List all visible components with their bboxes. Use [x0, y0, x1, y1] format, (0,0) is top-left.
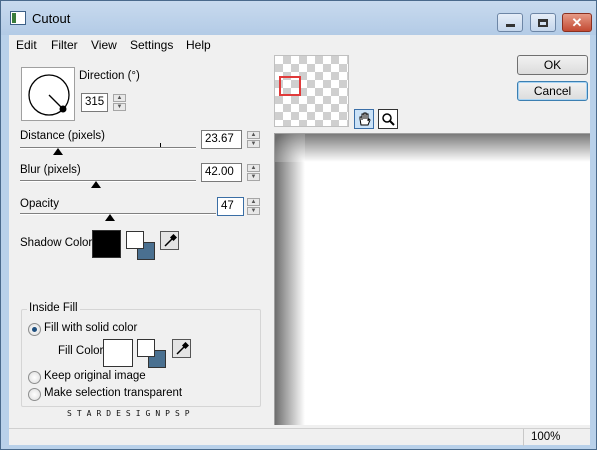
preview-canvas[interactable] [274, 133, 590, 425]
spin-down-icon[interactable]: ▼ [247, 173, 260, 181]
close-icon: ✕ [571, 15, 583, 30]
preview-shadow-top [275, 134, 590, 162]
direction-input[interactable]: 315 [81, 93, 108, 112]
menu-filter[interactable]: Filter [51, 38, 78, 52]
distance-slider-thumb[interactable] [53, 148, 63, 155]
menu-settings[interactable]: Settings [130, 38, 173, 52]
distance-spinner[interactable]: ▲ ▼ [247, 131, 260, 148]
blur-label: Blur (pixels) [20, 164, 81, 176]
settings-panel: Direction (°) 315 ▲ ▼ Distance (pixels) … [9, 57, 271, 427]
opacity-label: Opacity [20, 198, 59, 210]
shadow-color-swatch[interactable] [92, 230, 121, 258]
spin-down-icon[interactable]: ▼ [247, 207, 260, 215]
spin-down-icon[interactable]: ▼ [113, 103, 126, 111]
spin-up-icon[interactable]: ▲ [247, 164, 260, 172]
fill-solid-radio[interactable] [28, 323, 41, 336]
distance-input[interactable]: 23.67 [201, 130, 242, 149]
hand-icon [359, 112, 371, 126]
spin-down-icon[interactable]: ▼ [247, 140, 260, 148]
cancel-button[interactable]: Cancel [517, 81, 588, 101]
preview-shadow-corner [275, 134, 305, 162]
menu-edit[interactable]: Edit [16, 38, 37, 52]
maximize-icon [538, 18, 548, 27]
shadow-color-label: Shadow Color [20, 237, 93, 249]
direction-dial-graphic [28, 74, 70, 116]
shadow-eyedropper-button[interactable] [160, 231, 179, 250]
view-region-marker[interactable] [279, 76, 301, 96]
blur-input[interactable]: 42.00 [201, 163, 242, 182]
zoom-level: 100% [531, 431, 561, 443]
menu-bar: Edit Filter View Settings Help [9, 35, 590, 55]
fill-color-swatch[interactable] [103, 339, 133, 367]
close-button[interactable]: ✕ [562, 13, 592, 32]
fill-solid-label[interactable]: Fill with solid color [44, 322, 137, 334]
keep-original-label[interactable]: Keep original image [44, 370, 146, 382]
blur-spinner[interactable]: ▲ ▼ [247, 164, 260, 181]
spin-up-icon[interactable]: ▲ [247, 131, 260, 139]
zoom-tool-button[interactable] [378, 109, 398, 129]
ok-button[interactable]: OK [517, 55, 588, 75]
dialog-client-area: Edit Filter View Settings Help Direction… [9, 35, 590, 446]
window-title: Cutout [32, 11, 71, 26]
inside-fill-legend: Inside Fill [27, 302, 80, 314]
make-transparent-label[interactable]: Make selection transparent [44, 387, 182, 399]
opacity-input[interactable]: 47 [217, 197, 244, 216]
fill-primary-swatch[interactable] [137, 339, 155, 357]
direction-label: Direction (°) [79, 70, 140, 82]
fill-color-label: Fill Color [58, 345, 104, 357]
status-divider [523, 429, 524, 446]
opacity-slider-thumb[interactable] [105, 214, 115, 221]
distance-slider-tick [160, 143, 161, 147]
maximize-button[interactable] [530, 13, 556, 32]
distance-slider-track[interactable] [20, 147, 196, 149]
pan-tool-button[interactable] [354, 109, 374, 129]
direction-dial[interactable] [21, 67, 75, 121]
minimize-button[interactable] [497, 13, 523, 32]
menu-help[interactable]: Help [186, 38, 211, 52]
eyedropper-icon [175, 341, 189, 355]
spin-up-icon[interactable]: ▲ [247, 198, 260, 206]
cutout-dialog-window: Cutout ✕ Edit Filter View Settings Help [0, 0, 597, 450]
title-bar[interactable]: Cutout ✕ [1, 1, 596, 35]
opacity-slider-track[interactable] [20, 213, 216, 215]
menu-view[interactable]: View [91, 38, 117, 52]
watermark-text: STARDESIGNPSP [67, 409, 195, 418]
fill-eyedropper-button[interactable] [172, 339, 191, 358]
blur-slider-thumb[interactable] [91, 181, 101, 188]
preview-shadow-left [275, 134, 305, 425]
spin-up-icon[interactable]: ▲ [113, 94, 126, 102]
shadow-primary-swatch[interactable] [126, 231, 144, 249]
magnifier-icon [382, 113, 395, 126]
status-bar: 100% [9, 428, 590, 446]
make-transparent-radio[interactable] [28, 388, 41, 401]
navigator-thumbnail[interactable] [274, 55, 349, 127]
eyedropper-icon [163, 233, 177, 247]
app-icon [10, 11, 26, 25]
distance-label: Distance (pixels) [20, 130, 105, 142]
opacity-spinner[interactable]: ▲ ▼ [247, 198, 260, 215]
direction-spinner[interactable]: ▲ ▼ [113, 94, 126, 111]
minimize-icon [505, 23, 515, 27]
blur-slider-track[interactable] [20, 180, 196, 182]
keep-original-radio[interactable] [28, 371, 41, 384]
